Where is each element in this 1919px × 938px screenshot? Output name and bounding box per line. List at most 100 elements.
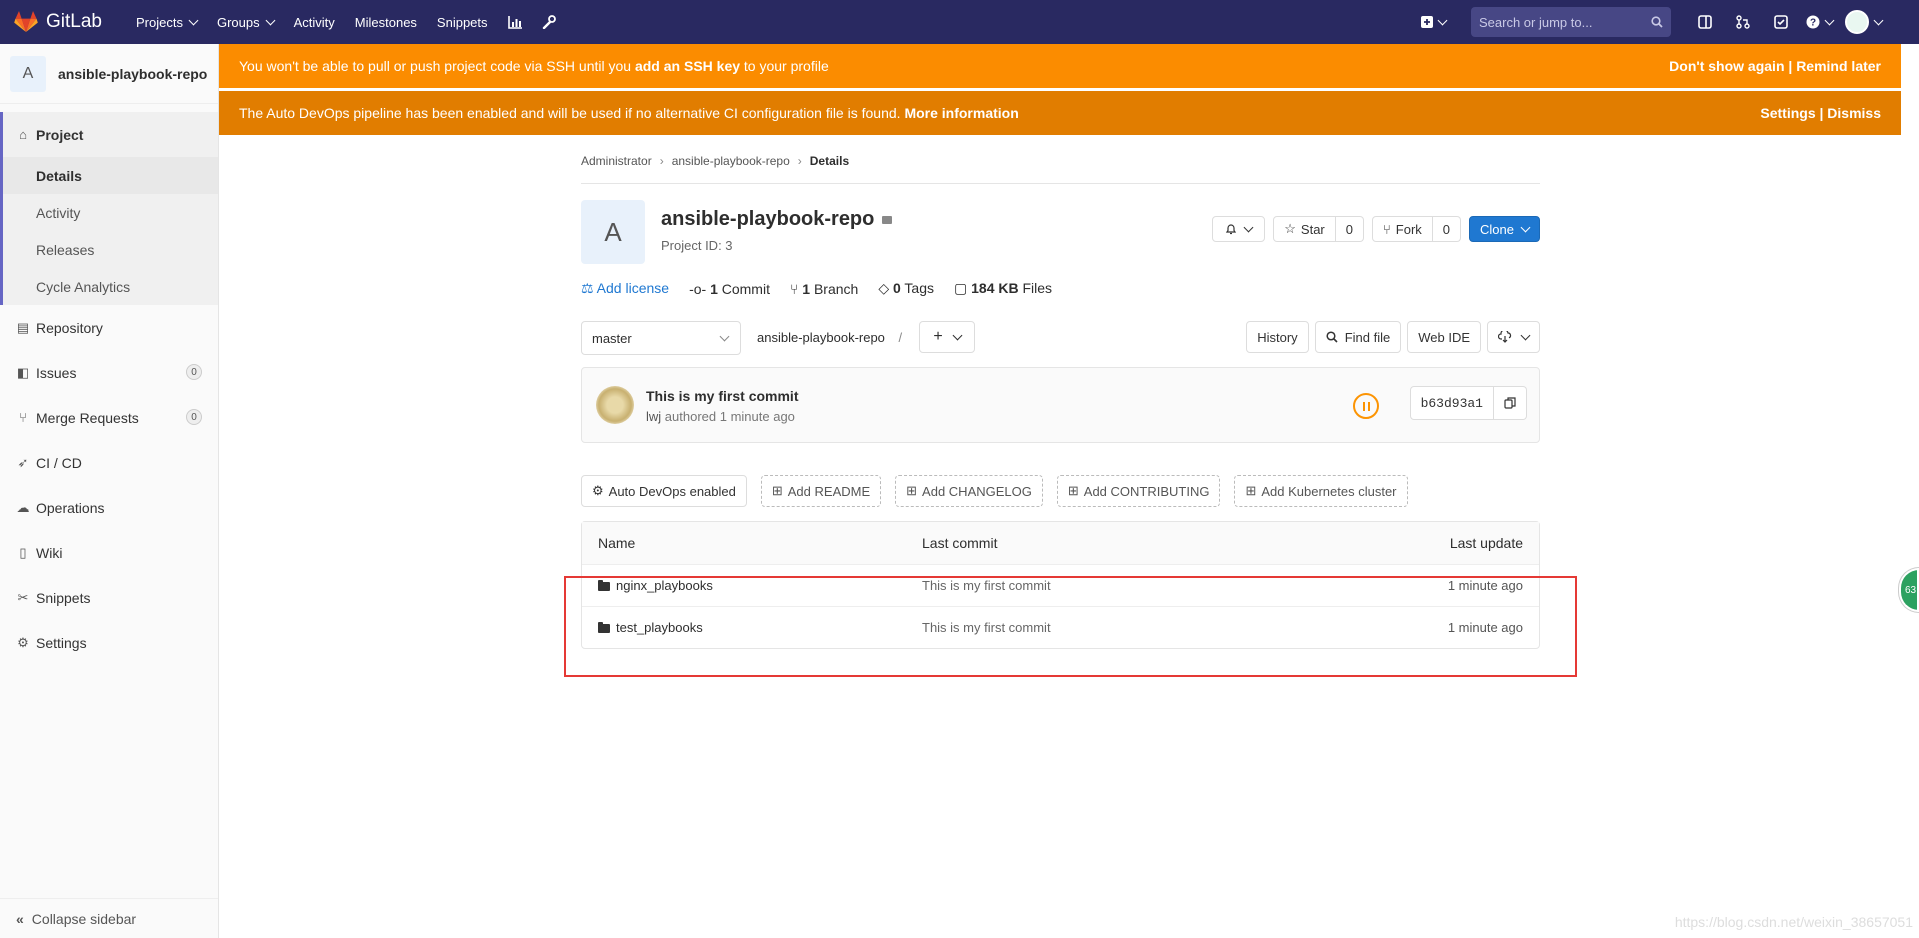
- sidebar-subitem-activity[interactable]: Activity: [3, 194, 218, 231]
- avatar: [1844, 10, 1869, 34]
- star-count[interactable]: 0: [1335, 216, 1364, 242]
- branch-name: master: [592, 330, 632, 346]
- commits-link[interactable]: -o- 1 Commit: [689, 281, 770, 297]
- copy-sha-button[interactable]: [1494, 386, 1527, 420]
- project-id: Project ID: 3: [661, 238, 733, 253]
- sidebar-item-merge-requests[interactable]: ⑂ Merge Requests 0: [0, 395, 218, 440]
- rocket-icon: ➶: [17, 454, 29, 470]
- notifications-dropdown[interactable]: [1212, 216, 1266, 242]
- suggestion-buttons: ⚙ Auto DevOps enabled ⊞ Add README ⊞ Add…: [581, 475, 1540, 507]
- add-contributing-button[interactable]: ⊞ Add CONTRIBUTING: [1056, 475, 1221, 507]
- commit-author[interactable]: lwj: [646, 409, 661, 424]
- floating-badge[interactable]: 63: [1899, 568, 1919, 612]
- sidebar-item-ci-cd[interactable]: ➶ CI / CD: [0, 440, 218, 485]
- chevron-down-icon: [1437, 15, 1447, 25]
- double-chevron-left-icon: «: [16, 910, 24, 927]
- avatar[interactable]: [596, 386, 634, 424]
- sidebar-item-snippets[interactable]: ✂ Snippets: [0, 575, 218, 620]
- sidebar-item-label: Operations: [36, 499, 105, 516]
- nav-analytics[interactable]: [498, 0, 532, 44]
- breadcrumb-project[interactable]: ansible-playbook-repo: [672, 154, 790, 168]
- copy-icon: [1504, 397, 1516, 409]
- fork-button[interactable]: ⑂ Fork: [1371, 216, 1433, 242]
- project-stats: ⚖ Add license -o- 1 Commit ⑂ 1 Branch ◇ …: [581, 280, 1540, 297]
- fork-icon: ⑂: [1382, 221, 1391, 237]
- ssh-banner-text: You won't be able to pull or push projec…: [239, 58, 635, 74]
- nav-groups[interactable]: Groups: [207, 0, 284, 44]
- sidebar-item-label: CI / CD: [36, 454, 82, 471]
- merge-requests-icon[interactable]: [1729, 8, 1757, 36]
- pipeline-status-icon[interactable]: [1353, 393, 1379, 419]
- sidebar-project-header[interactable]: A ansible-playbook-repo: [0, 44, 218, 104]
- history-button[interactable]: History: [1246, 321, 1309, 353]
- breadcrumb-admin[interactable]: Administrator: [581, 154, 652, 168]
- repo-path-name[interactable]: ansible-playbook-repo: [757, 330, 885, 345]
- sidebar-item-project[interactable]: ⌂ Project: [3, 112, 218, 157]
- chevron-down-icon: [1243, 222, 1254, 232]
- brand[interactable]: GitLab: [0, 11, 118, 33]
- add-ssh-key-link[interactable]: add an SSH key: [635, 58, 740, 74]
- nav-snippets[interactable]: Snippets: [427, 0, 498, 44]
- sidebar-item-issues[interactable]: ◧ Issues 0: [0, 350, 218, 395]
- sidebar-item-label: Wiki: [36, 544, 63, 561]
- commit-title[interactable]: This is my first commit: [646, 388, 798, 404]
- find-file-button[interactable]: Find file: [1314, 321, 1402, 353]
- auto-devops-button[interactable]: ⚙ Auto DevOps enabled: [581, 475, 747, 507]
- sidebar-item-wiki[interactable]: ▯ Wiki: [0, 530, 218, 575]
- fork-count[interactable]: 0: [1432, 216, 1462, 242]
- repo-size: 184 KB: [971, 280, 1019, 296]
- add-readme-button[interactable]: ⊞ Add README: [760, 475, 882, 507]
- sidebar-item-settings[interactable]: ⚙ Settings: [0, 620, 218, 665]
- gear-icon: ⚙: [17, 634, 29, 650]
- lock-icon: [882, 216, 893, 224]
- nav-activity[interactable]: Activity: [284, 0, 345, 44]
- header-last-update: Last update: [1449, 535, 1523, 551]
- more-information-link[interactable]: More information: [904, 105, 1018, 121]
- clone-dropdown[interactable]: Clone: [1469, 216, 1540, 242]
- sidebar-subitem-details[interactable]: Details: [3, 157, 218, 194]
- gitlab-logo-icon: [14, 11, 38, 32]
- new-item-dropdown[interactable]: [1419, 8, 1447, 36]
- help-dropdown[interactable]: ?: [1805, 8, 1834, 36]
- sidebar-item-operations[interactable]: ☁ Operations: [0, 485, 218, 530]
- devops-banner-actions[interactable]: Settings | Dismiss: [1760, 105, 1881, 121]
- user-menu[interactable]: [1843, 8, 1883, 36]
- tags-count: 0: [892, 280, 901, 296]
- add-to-tree-dropdown[interactable]: +: [919, 321, 975, 353]
- tags-link[interactable]: ◇ 0 Tags: [878, 280, 934, 297]
- path-separator: /: [898, 330, 903, 345]
- todos-icon[interactable]: [1767, 8, 1795, 36]
- star-button[interactable]: ☆ Star: [1273, 216, 1336, 242]
- add-changelog-label: Add CHANGELOG: [922, 483, 1032, 499]
- ssh-banner-actions[interactable]: Don't show again | Remind later: [1669, 58, 1881, 74]
- collapse-sidebar-label: Collapse sidebar: [31, 910, 137, 927]
- sidebar-item-label: Project: [36, 126, 84, 143]
- find-file-label: Find file: [1344, 329, 1391, 345]
- web-ide-button[interactable]: Web IDE: [1407, 321, 1481, 353]
- sidebar-subitem-releases[interactable]: Releases: [3, 231, 218, 268]
- search-input[interactable]: Search or jump to...: [1471, 7, 1671, 37]
- nav-projects[interactable]: Projects: [126, 0, 207, 44]
- sidebar-toggle-icon[interactable]: [1691, 8, 1719, 36]
- nav-milestones[interactable]: Milestones: [345, 0, 427, 44]
- files-link[interactable]: ▢ 184 KB Files: [954, 280, 1052, 297]
- add-changelog-button[interactable]: ⊞ Add CHANGELOG: [895, 475, 1043, 507]
- branches-link[interactable]: ⑂ 1 Branch: [790, 281, 858, 297]
- commit-sha[interactable]: b63d93a1: [1409, 386, 1494, 420]
- files-label: Files: [1022, 280, 1053, 296]
- breadcrumb-current[interactable]: Details: [810, 154, 849, 168]
- plus-square-icon: ⊞: [906, 483, 918, 498]
- cloud-gear-icon: ☁: [16, 499, 30, 515]
- header-name: Name: [598, 535, 636, 551]
- sidebar-subitem-cycle-analytics[interactable]: Cycle Analytics: [3, 268, 218, 305]
- nav-admin[interactable]: [532, 0, 566, 44]
- add-license-link[interactable]: ⚖ Add license: [581, 280, 669, 297]
- collapse-sidebar-button[interactable]: « Collapse sidebar: [0, 898, 218, 938]
- ssh-key-banner: You won't be able to pull or push projec…: [219, 44, 1901, 88]
- download-dropdown[interactable]: [1487, 321, 1540, 353]
- chevron-down-icon: [952, 330, 963, 340]
- branch-select[interactable]: master: [581, 321, 741, 355]
- add-kubernetes-button[interactable]: ⊞ Add Kubernetes cluster: [1234, 475, 1408, 507]
- sidebar-item-repository[interactable]: ▤ Repository: [0, 305, 218, 350]
- chevron-down-icon: [188, 15, 199, 25]
